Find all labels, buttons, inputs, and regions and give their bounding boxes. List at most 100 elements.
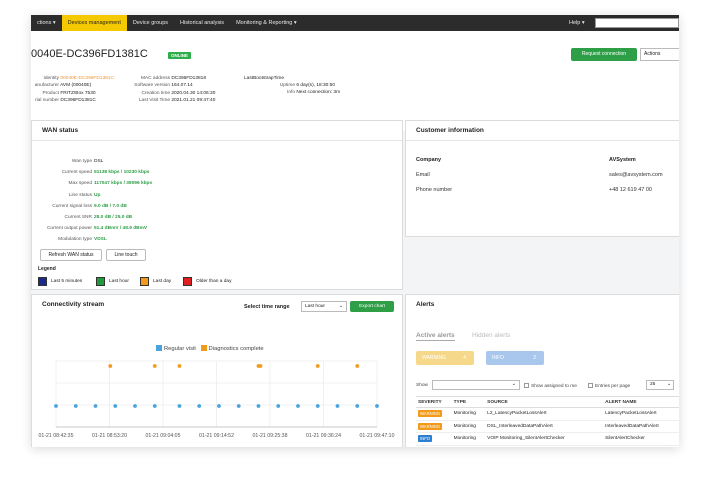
time-range-select[interactable]: Last hour ⌄ bbox=[301, 301, 347, 312]
diagnostics-point bbox=[152, 364, 157, 368]
nav-actions[interactable]: ctions ▾ bbox=[31, 15, 62, 31]
legend-swatch bbox=[140, 277, 149, 286]
legend-swatch bbox=[96, 277, 105, 286]
info-key: MAC address bbox=[140, 76, 170, 81]
alerts-panel: Alerts Active alerts Hidden alerts WARNI… bbox=[405, 294, 679, 447]
diagnostics-point bbox=[315, 364, 320, 368]
top-navbar: ctions ▾ Devices management Device group… bbox=[31, 15, 679, 31]
divider bbox=[406, 140, 679, 141]
wan-value: VDSL bbox=[94, 237, 107, 243]
show-label: Show bbox=[416, 383, 428, 388]
x-tick-label: 01-21 08:42:35 bbox=[39, 433, 74, 439]
chart-legend: Regular visit Diagnostics complete bbox=[156, 345, 264, 352]
email-value: sales@avsystem.com bbox=[609, 172, 663, 178]
alert-name-cell: LatencyPacketLossAlert bbox=[603, 407, 679, 421]
severity-badge: WARNING bbox=[418, 422, 443, 430]
entries-label: Entries per page bbox=[588, 383, 630, 389]
info-right: Uptime 6 day(s), 18:30:50 Info Next conne… bbox=[262, 82, 340, 97]
chevron-down-icon: ⌄ bbox=[338, 304, 343, 309]
export-chart-button[interactable]: Export chart bbox=[350, 301, 394, 312]
diagnostics-point bbox=[258, 364, 263, 368]
info-count-tile[interactable]: INFO 2 bbox=[486, 351, 544, 365]
show-filter-select[interactable]: ⌄ bbox=[432, 380, 520, 390]
alerts-title: Alerts bbox=[416, 301, 435, 308]
warning-count-tile[interactable]: WARNING 4 bbox=[416, 351, 474, 365]
refresh-wan-status-button[interactable]: Refresh WAN status bbox=[40, 249, 102, 261]
alert-name-cell: SilentAlertChecker bbox=[603, 432, 679, 446]
type-cell: Monitoring bbox=[451, 407, 486, 421]
tab-hidden-alerts[interactable]: Hidden alerts bbox=[472, 332, 510, 339]
regular-visit-point bbox=[73, 404, 78, 408]
regular-visit-point bbox=[217, 404, 221, 408]
connectivity-chart: 01-21 08:42:35 01-21 08:53:20 01-21 09:04:… bbox=[39, 360, 395, 439]
wan-key: Wan type bbox=[71, 159, 92, 164]
nav-help[interactable]: Help ▾ bbox=[563, 15, 591, 31]
table-row[interactable]: WARNING Monitoring L2_LatencyPacketLossAle… bbox=[416, 407, 679, 421]
wan-value: DSL bbox=[94, 159, 104, 164]
actions-select[interactable]: Actions bbox=[640, 48, 679, 61]
regular-visit-point bbox=[315, 404, 320, 408]
diagnostics-point bbox=[355, 364, 360, 368]
regular-visit-point bbox=[296, 404, 300, 408]
nav-historical-analysis[interactable]: Historical analysis bbox=[174, 15, 230, 31]
divider bbox=[32, 140, 402, 141]
request-connection-button[interactable]: Request connection bbox=[571, 48, 637, 61]
wan-row: Modulation type VDSL bbox=[32, 237, 107, 242]
checkbox-icon bbox=[588, 383, 593, 388]
legend-diag-label: Diagnostics complete bbox=[208, 346, 264, 352]
column-header[interactable]: SOURCE bbox=[485, 396, 604, 408]
customer-information-title: Customer information bbox=[416, 127, 484, 134]
entries-label-text: Entries per page bbox=[595, 384, 631, 389]
regular-visit-point bbox=[335, 404, 340, 408]
legend-item-label: Last 5 minutes bbox=[51, 279, 83, 284]
info-value: AVM (00040E) bbox=[60, 83, 92, 89]
regular-visit-point bbox=[177, 404, 182, 408]
info-row: Creation time 2020.04.30 14:06:30 bbox=[127, 90, 215, 97]
info-row: Identity 00040E-DC396FD1381C bbox=[31, 75, 114, 82]
nav-monitoring-reporting[interactable]: Monitoring & Reporting ▾ bbox=[230, 15, 303, 31]
info-row: rial number DC396FD1381C bbox=[31, 97, 114, 104]
table-row[interactable]: INFO Monitoring VOIP Monitoring_SilentAler… bbox=[416, 432, 679, 446]
search-input[interactable] bbox=[595, 18, 679, 28]
info-left: Identity 00040E-DC396FD1381C anufacturer … bbox=[31, 75, 114, 105]
info-key: Software version bbox=[134, 83, 170, 89]
column-header[interactable]: ALERT NAME bbox=[603, 396, 679, 408]
column-header[interactable]: SEVERITY bbox=[416, 396, 452, 408]
legend-item-label: Last hour bbox=[109, 279, 130, 284]
info-value[interactable]: 00040E-DC396FD1381C bbox=[60, 76, 114, 81]
nav-devices-management[interactable]: Devices management bbox=[61, 15, 127, 31]
wan-key: Modulation type bbox=[58, 237, 92, 243]
line-touch-button[interactable]: Line touch bbox=[106, 249, 146, 261]
info-mid: MAC address DC396FD13818 Software version… bbox=[127, 75, 215, 105]
info-value: Next connection: 3m bbox=[296, 90, 341, 96]
wan-row: Wan type DSL bbox=[32, 159, 103, 164]
wan-row: Line status Up bbox=[32, 193, 101, 198]
info-row: MAC address DC396FD13818 bbox=[127, 75, 215, 82]
entries-per-page-select[interactable]: 25 ⌄ bbox=[646, 380, 674, 390]
info-row: anufacturer AVM (00040E) bbox=[31, 82, 114, 89]
legend-swatch bbox=[38, 277, 47, 286]
table-row[interactable]: WARNING Monitoring DSL_InterleavedDataPath… bbox=[416, 420, 679, 433]
regular-visit-point bbox=[197, 404, 202, 408]
warning-tile-label: WARNING bbox=[422, 355, 446, 361]
assigned-checkbox[interactable]: Show assigned to me bbox=[524, 383, 577, 389]
entries-value: 25 bbox=[650, 382, 656, 387]
source-cell: VOIP Monitoring_SilentAlertChecker bbox=[485, 432, 604, 446]
info-key: Uptime bbox=[279, 83, 295, 88]
source-cell: L2_LatencyPacketLossAlert bbox=[485, 407, 604, 421]
info-key: Creation time bbox=[141, 90, 170, 96]
alerts-table: SEVERITY TYPE SOURCE ALERT NAME WARNING M… bbox=[416, 396, 679, 446]
connectivity-stream-panel: Connectivity stream Select time range La… bbox=[31, 294, 403, 447]
x-tick-label: 01-21 09:14:52 bbox=[199, 433, 234, 439]
info-key: Product bbox=[42, 90, 59, 96]
info-key: anufacturer bbox=[34, 83, 59, 89]
tab-active-alerts[interactable]: Active alerts bbox=[416, 332, 455, 341]
regular-visit-point bbox=[276, 404, 281, 408]
column-header[interactable]: TYPE bbox=[451, 396, 486, 408]
nav-device-groups[interactable]: Device groups bbox=[127, 15, 174, 31]
phone-value: +48 12 619 47 00 bbox=[609, 187, 652, 193]
wan-row: Current output power 51.4 dBmV / 48.9 dBm… bbox=[32, 226, 147, 231]
diagnostics-point bbox=[177, 364, 182, 368]
x-tick-label: 01-21 09:47:10 bbox=[360, 433, 395, 439]
severity-cell: INFO bbox=[416, 432, 452, 446]
